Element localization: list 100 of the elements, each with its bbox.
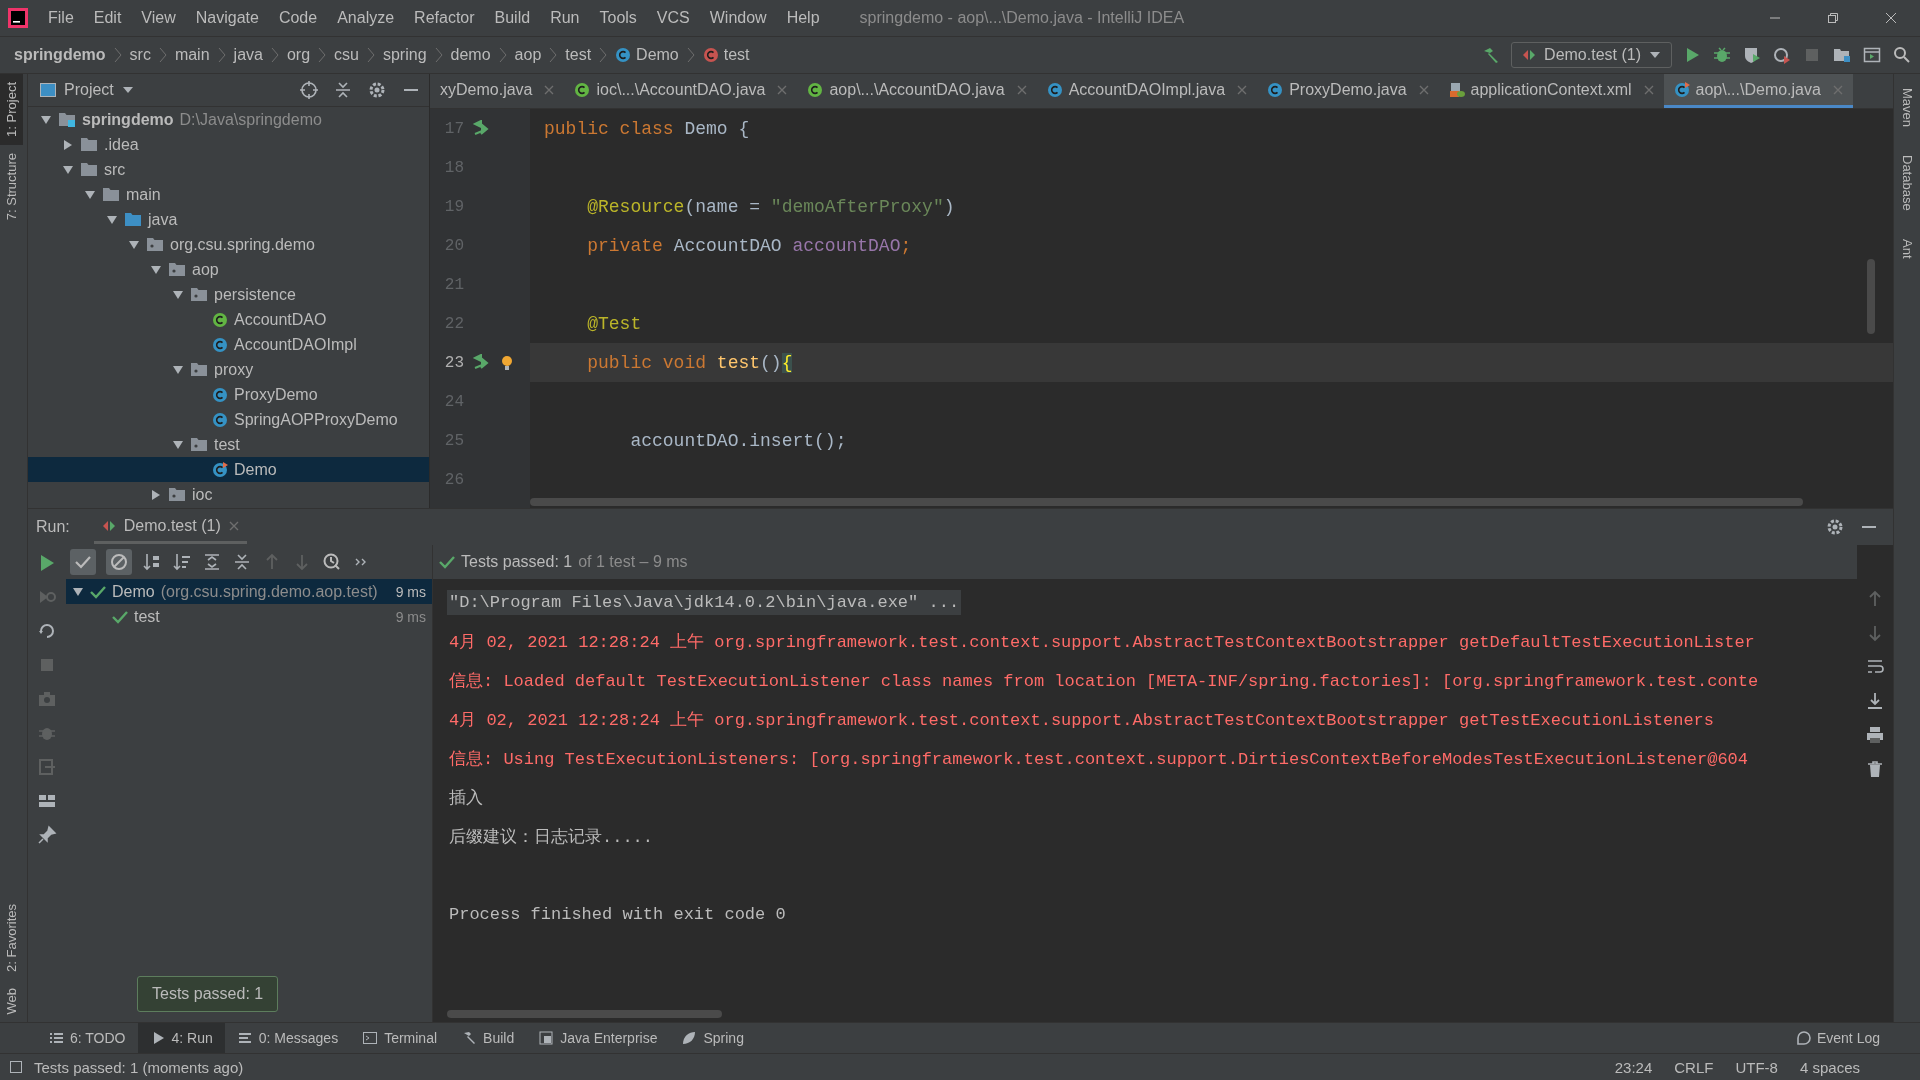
- expand-arrow-icon[interactable]: [128, 238, 140, 251]
- breadcrumb[interactable]: spring: [382, 46, 427, 64]
- expand-arrow-icon[interactable]: [84, 188, 96, 201]
- menu-item[interactable]: Tools: [589, 9, 647, 27]
- editor-tab[interactable]: aop\...\AccountDAO.java: [797, 74, 1037, 108]
- collapse-all-icon[interactable]: [232, 552, 252, 572]
- tree-item[interactable]: ProxyDemo: [28, 382, 429, 407]
- tree-item[interactable]: test: [28, 432, 429, 457]
- expand-arrow-icon[interactable]: [172, 288, 184, 301]
- sort-by-duration-icon[interactable]: [172, 552, 192, 572]
- editor-tab[interactable]: AccountDAOImpl.java: [1036, 74, 1258, 108]
- test-item[interactable]: Demo (org.csu.spring.demo.aop.test) 9 ms: [66, 579, 432, 604]
- status-item[interactable]: 4 spaces: [1799, 1058, 1860, 1076]
- tool-window-tab[interactable]: 7: Structure: [0, 144, 23, 229]
- tree-item[interactable]: aop: [28, 257, 429, 282]
- show-passed-button[interactable]: [70, 549, 96, 575]
- collapse-arrow-icon[interactable]: [62, 138, 74, 151]
- tool-window-tab[interactable]: 6: TODO: [36, 1023, 138, 1053]
- breadcrumb[interactable]: main: [174, 46, 210, 64]
- menu-item[interactable]: Navigate: [185, 9, 269, 27]
- tool-window-tab[interactable]: Java Enterprise: [526, 1023, 670, 1053]
- editor-tab[interactable]: applicationContext.xml: [1438, 74, 1664, 108]
- tool-window-tab[interactable]: Terminal: [350, 1023, 450, 1053]
- tool-window-tab[interactable]: 2: Favorites: [0, 895, 23, 980]
- tree-item[interactable]: src: [28, 157, 429, 182]
- menu-item[interactable]: Build: [484, 9, 541, 27]
- breadcrumb[interactable]: org: [286, 46, 311, 64]
- expand-all-icon[interactable]: [202, 552, 222, 572]
- collapse-arrow-icon[interactable]: [150, 488, 162, 501]
- test-item[interactable]: test 9 ms: [66, 604, 432, 629]
- breadcrumb[interactable]: java: [233, 46, 263, 64]
- editor-tab[interactable]: aop\...\Demo.java: [1663, 74, 1853, 108]
- status-item[interactable]: CRLF: [1674, 1058, 1714, 1076]
- search-icon[interactable]: [1892, 45, 1912, 65]
- tree-item[interactable]: main: [28, 182, 429, 207]
- run-configuration-dropdown[interactable]: Demo.test (1): [1511, 42, 1672, 68]
- menu-item[interactable]: Refactor: [404, 9, 485, 27]
- tool-window-tab[interactable]: Build: [449, 1023, 527, 1053]
- menu-item[interactable]: Analyze: [327, 9, 405, 27]
- tree-item[interactable]: persistence: [28, 282, 429, 307]
- tool-window-tab[interactable]: Ant: [1899, 238, 1915, 259]
- print-icon[interactable]: [1865, 725, 1885, 745]
- scrollbar[interactable]: [530, 498, 1803, 506]
- status-item[interactable]: 23:24: [1614, 1058, 1653, 1076]
- window-icon[interactable]: [1862, 45, 1882, 65]
- history-icon[interactable]: [322, 552, 342, 572]
- menu-item[interactable]: Edit: [83, 9, 132, 27]
- menu-item[interactable]: Window: [699, 9, 777, 27]
- run-gutter-icon[interactable]: [472, 353, 490, 372]
- menu-item[interactable]: Help: [776, 9, 830, 27]
- settings-icon[interactable]: [1825, 517, 1845, 537]
- tool-window-tab[interactable]: Database: [1899, 155, 1915, 211]
- tree-item[interactable]: SpringAOPProxyDemo: [28, 407, 429, 432]
- toggle-auto-test-icon[interactable]: [37, 621, 57, 641]
- breadcrumb[interactable]: demo: [450, 46, 491, 64]
- tool-window-tab[interactable]: Web: [0, 979, 23, 1022]
- menu-item[interactable]: VCS: [646, 9, 700, 27]
- tree-item[interactable]: ioc: [28, 482, 429, 507]
- menu-item[interactable]: Code: [268, 9, 328, 27]
- tree-item[interactable]: AccountDAO: [28, 307, 429, 332]
- breadcrumb[interactable]: src: [129, 46, 151, 64]
- tool-window-tab[interactable]: 4: Run: [137, 1023, 225, 1053]
- run-gutter-icon[interactable]: [472, 119, 490, 138]
- bug-icon[interactable]: [1712, 45, 1732, 65]
- tree-item[interactable]: org.csu.spring.demo: [28, 232, 429, 257]
- breadcrumb[interactable]: springdemo: [14, 46, 106, 64]
- tool-window-tab[interactable]: 1: Project: [0, 74, 23, 145]
- settings-icon[interactable]: [367, 80, 387, 100]
- scrollbar[interactable]: [1867, 259, 1875, 334]
- breadcrumb[interactable]: Demo: [615, 46, 679, 64]
- expand-arrow-icon[interactable]: [172, 363, 184, 376]
- tool-window-tab[interactable]: 0: Messages: [224, 1023, 351, 1053]
- locate-icon[interactable]: [299, 80, 319, 100]
- run-tab[interactable]: Demo.test (1): [93, 510, 247, 544]
- breadcrumb[interactable]: test: [565, 46, 592, 64]
- expand-arrow-icon[interactable]: [106, 213, 118, 226]
- trash-icon[interactable]: [1865, 759, 1885, 779]
- collapse-all-icon[interactable]: [333, 80, 353, 100]
- editor-tab[interactable]: ProxyDemo.java: [1257, 74, 1439, 108]
- tool-window-tab[interactable]: Spring: [669, 1023, 756, 1053]
- breadcrumb[interactable]: aop: [514, 46, 542, 64]
- expand-arrow-icon[interactable]: [172, 438, 184, 451]
- panel-toggle-icon[interactable]: [8, 1059, 24, 1075]
- sort-alphabetically-icon[interactable]: [142, 552, 162, 572]
- expand-arrow-icon[interactable]: [150, 263, 162, 276]
- event-log-button[interactable]: Event Log: [1794, 1030, 1920, 1046]
- scrollbar[interactable]: [447, 1010, 722, 1018]
- dropdown-arrow-icon[interactable]: [121, 86, 134, 94]
- expand-arrow-icon[interactable]: [62, 163, 74, 176]
- tree-item[interactable]: java: [28, 207, 429, 232]
- tree-item[interactable]: Demo: [28, 457, 429, 482]
- menu-item[interactable]: File: [38, 9, 84, 27]
- show-ignored-button[interactable]: [106, 549, 132, 575]
- profiler-icon[interactable]: [1772, 45, 1792, 65]
- menu-item[interactable]: Run: [540, 9, 590, 27]
- close-icon[interactable]: [1885, 12, 1897, 24]
- status-item[interactable]: UTF-8: [1735, 1058, 1778, 1076]
- tree-item[interactable]: .idea: [28, 132, 429, 157]
- panel-title[interactable]: Project: [64, 81, 114, 99]
- tree-item[interactable]: proxy: [28, 357, 429, 382]
